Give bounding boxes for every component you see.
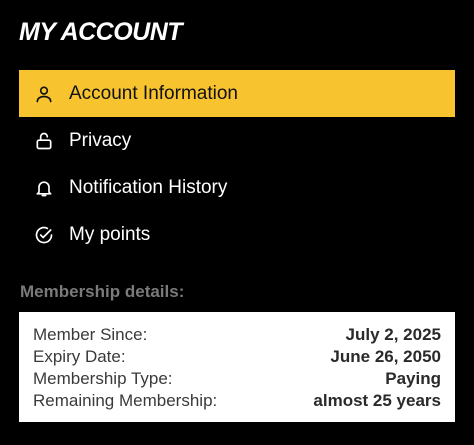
membership-row: Expiry Date: June 26, 2050 <box>33 346 441 368</box>
account-menu: Account Information Privacy Notification… <box>19 70 455 258</box>
membership-row-label: Remaining Membership: <box>33 391 218 410</box>
membership-row: Membership Type: Paying <box>33 368 441 390</box>
user-icon <box>33 83 55 105</box>
menu-item-label: Account Information <box>69 82 238 104</box>
menu-item-label: Notification History <box>69 176 228 198</box>
bell-icon <box>33 177 55 199</box>
membership-section-label: Membership details: <box>20 282 185 301</box>
membership-row: Member Since: July 2, 2025 <box>33 324 441 346</box>
menu-item-notification-history[interactable]: Notification History <box>19 164 455 211</box>
menu-item-account-information[interactable]: Account Information <box>19 70 455 117</box>
check-circle-icon <box>33 224 55 246</box>
membership-row-value: July 2, 2025 <box>345 325 441 344</box>
menu-item-label: My points <box>69 223 151 245</box>
membership-row-label: Member Since: <box>33 325 148 344</box>
membership-row-value: Paying <box>385 369 441 388</box>
lock-icon <box>33 130 55 152</box>
membership-details-card: Member Since: July 2, 2025 Expiry Date: … <box>19 312 455 422</box>
membership-row-value: June 26, 2050 <box>330 347 441 366</box>
menu-item-my-points[interactable]: My points <box>19 211 455 258</box>
membership-row-value: almost 25 years <box>313 391 441 410</box>
membership-row-label: Expiry Date: <box>33 347 126 366</box>
membership-row: Remaining Membership: almost 25 years <box>33 390 441 412</box>
menu-item-label: Privacy <box>69 129 132 151</box>
membership-row-label: Membership Type: <box>33 369 173 388</box>
page-title: MY ACCOUNT <box>19 18 183 46</box>
menu-item-privacy[interactable]: Privacy <box>19 117 455 164</box>
